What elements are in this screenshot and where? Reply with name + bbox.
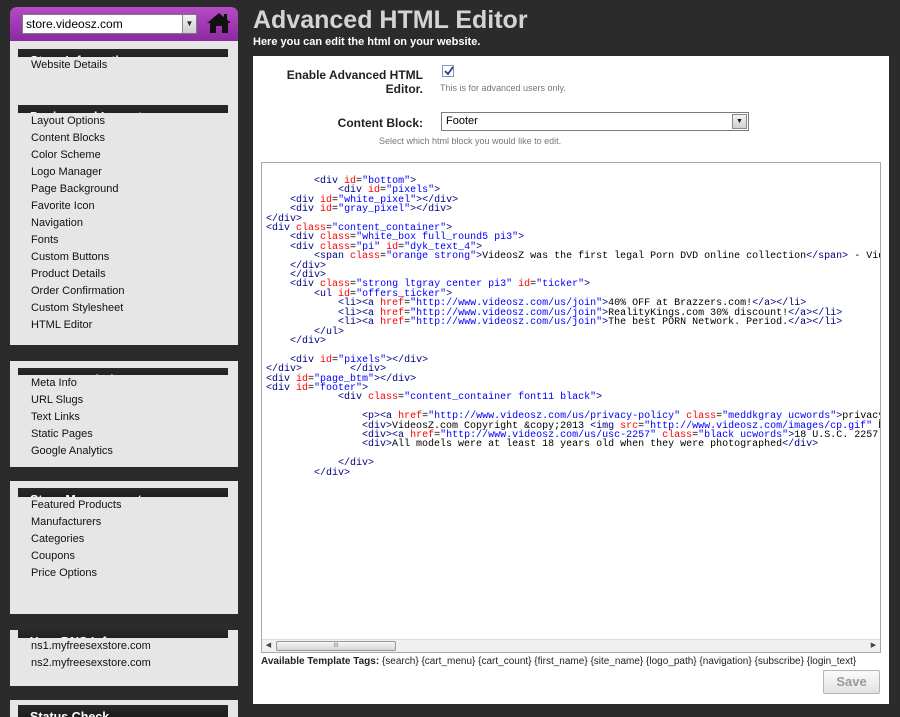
scroll-right-icon[interactable]: ▶ (867, 640, 880, 652)
section-list-design-and-layout: Layout Options Content Blocks Color Scheme… (18, 113, 228, 334)
scroll-thumb[interactable]: III (276, 641, 396, 651)
sidebar-item-static-pages[interactable]: Static Pages (18, 426, 228, 443)
sidebar-item-manufacturers[interactable]: Manufacturers (18, 514, 228, 531)
code-line[interactable]: <div>All models were at least 18 years o… (266, 440, 880, 450)
section-header-status-check: Status Check (18, 705, 228, 717)
sidebar-item-custom-stylesheet[interactable]: Custom Stylesheet (18, 300, 228, 317)
code-line[interactable]: </div> (266, 336, 880, 346)
chevron-down-icon[interactable]: ▼ (732, 114, 747, 129)
sidebar-item-price-options[interactable]: Price Options (18, 565, 228, 582)
sidebar-item-website-details[interactable]: Website Details (18, 57, 228, 74)
page-subtitle: Here you can edit the html on your websi… (253, 36, 481, 48)
sidebar-item-color-scheme[interactable]: Color Scheme (18, 147, 228, 164)
save-button[interactable]: Save (823, 670, 880, 694)
enable-editor-label: Enable Advanced HTML Editor. (286, 68, 423, 96)
code-line[interactable]: <div id="gray_pixel"></div> (266, 204, 880, 214)
sidebar-item-coupons[interactable]: Coupons (18, 548, 228, 565)
chevron-down-icon[interactable]: ▼ (182, 15, 196, 33)
sidebar-gap (10, 345, 238, 361)
section-list-your-dns-info: ns1.myfreesexstore.com ns2.myfreesexstore… (18, 638, 228, 672)
sidebar-item-order-confirmation[interactable]: Order Confirmation (18, 283, 228, 300)
sidebar-item-page-background[interactable]: Page Background (18, 181, 228, 198)
sidebar-body: Store InformationWebsite DetailsDesign a… (10, 41, 238, 717)
sidebar-item-custom-buttons[interactable]: Custom Buttons (18, 249, 228, 266)
horizontal-scrollbar[interactable]: ◀ III ▶ (262, 639, 880, 652)
template-tags: Available Template Tags: {search} {cart_… (261, 656, 856, 667)
sidebar-item-url-slugs[interactable]: URL Slugs (18, 392, 228, 409)
sidebar-gap (10, 614, 238, 630)
sidebar-item-ns2-myfreesexstore-com[interactable]: ns2.myfreesexstore.com (18, 655, 228, 672)
template-tags-label: Available Template Tags: (261, 656, 380, 667)
section-list-seo-analytics: Meta Info URL Slugs Text Links Static Pages… (18, 375, 228, 460)
sidebar-item-layout-options[interactable]: Layout Options (18, 113, 228, 130)
sidebar-item-ns1-myfreesexstore-com[interactable]: ns1.myfreesexstore.com (18, 638, 228, 655)
sidebar-item-featured-products[interactable]: Featured Products (18, 497, 228, 514)
sidebar-item-google-analytics[interactable]: Google Analytics (18, 443, 228, 460)
code-text[interactable]: <div id="bottom"> <div id="pixels"> <div… (266, 176, 880, 478)
sidebar: store.videosz.com ▼ Store InformationWeb… (10, 7, 238, 717)
sidebar-item-fonts[interactable]: Fonts (18, 232, 228, 249)
sidebar-gap (10, 686, 238, 700)
section-list-store-management: Featured Products Manufacturers Categories… (18, 497, 228, 582)
sidebar-item-content-blocks[interactable]: Content Blocks (18, 130, 228, 147)
html-code-editor[interactable]: <div id="bottom"> <div id="pixels"> <div… (261, 162, 881, 653)
editor-panel: Enable Advanced HTML Editor. This is for… (253, 56, 889, 704)
section-list-store-information: Website Details (18, 57, 228, 74)
content-block-select[interactable]: Footer ▼ (441, 112, 749, 131)
code-line[interactable]: </div> (266, 468, 880, 478)
scroll-thumb-grip: III (333, 643, 339, 649)
sidebar-item-favorite-icon[interactable]: Favorite Icon (18, 198, 228, 215)
sidebar-gap (10, 467, 238, 481)
sidebar-item-html-editor[interactable]: HTML Editor (18, 317, 228, 334)
sidebar-item-logo-manager[interactable]: Logo Manager (18, 164, 228, 181)
store-select-value: store.videosz.com (26, 17, 123, 31)
enable-editor-hint: This is for advanced users only. (440, 83, 566, 93)
scroll-left-icon[interactable]: ◀ (262, 640, 275, 652)
content-block-label: Content Block: (337, 116, 423, 130)
enable-editor-checkbox[interactable] (442, 65, 454, 77)
code-line[interactable]: <span class="orange strong">VideosZ was … (266, 252, 880, 262)
home-icon[interactable] (206, 11, 232, 35)
store-bar: store.videosz.com ▼ (10, 7, 238, 41)
sidebar-item-product-details[interactable]: Product Details (18, 266, 228, 283)
store-select[interactable]: store.videosz.com ▼ (22, 14, 197, 34)
sidebar-item-categories[interactable]: Categories (18, 531, 228, 548)
code-line[interactable]: </div> (266, 459, 880, 469)
code-line[interactable]: </div> (266, 261, 880, 271)
sidebar-item-navigation[interactable]: Navigation (18, 215, 228, 232)
template-tags-list: {search} {cart_menu} {cart_count} {first… (381, 656, 857, 667)
code-line[interactable]: </ul> (266, 327, 880, 337)
code-line[interactable]: <div class="content_container font11 bla… (266, 393, 880, 403)
code-line[interactable]: <li><a href="http://www.videosz.com/us/j… (266, 317, 880, 327)
sidebar-item-meta-info[interactable]: Meta Info (18, 375, 228, 392)
sidebar-item-text-links[interactable]: Text Links (18, 409, 228, 426)
content-block-value: Footer (446, 115, 478, 127)
app-root: store.videosz.com ▼ Store InformationWeb… (0, 0, 900, 717)
page-title: Advanced HTML Editor (253, 6, 528, 34)
content-block-hint: Select which html block you would like t… (379, 136, 562, 146)
check-icon (444, 66, 454, 76)
